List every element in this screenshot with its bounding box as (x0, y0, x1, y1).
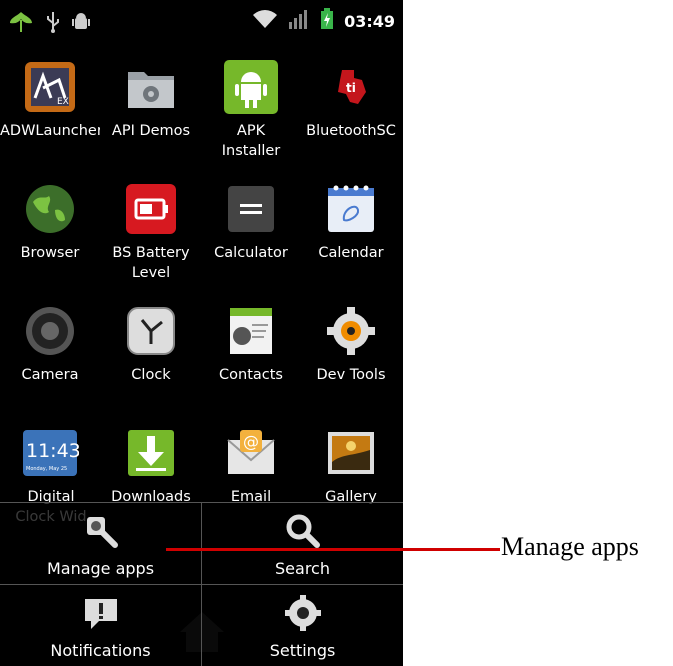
android-debug-icon (72, 12, 90, 36)
digital-clock-icon: 11:43 Monday, May 25 (21, 424, 81, 482)
app-email[interactable]: @ Email (201, 418, 301, 507)
app-label: API Demos (111, 123, 191, 139)
svg-text:@: @ (243, 432, 259, 451)
app-gallery[interactable]: Gallery (301, 418, 401, 507)
widget-date: Monday, May 25 (26, 466, 67, 472)
menu-divider (201, 502, 202, 666)
app-label: Dev Tools (316, 367, 386, 383)
calendar-icon (322, 180, 380, 238)
manage-apps-icon (81, 511, 121, 551)
settings-menu-item[interactable]: Settings (202, 584, 403, 666)
battery-level-icon (122, 180, 180, 238)
app-label: ADWLauncher (0, 123, 100, 139)
app-clock[interactable]: Clock (101, 296, 201, 385)
app-api-demos[interactable]: API Demos (101, 52, 201, 141)
svg-text:ti: ti (346, 81, 356, 95)
clock-icon (122, 302, 180, 360)
app-bs-battery-level[interactable]: BS Battery Level (101, 174, 201, 283)
downloads-icon (122, 424, 180, 482)
bluetooth-sc-icon: ti (322, 58, 380, 116)
settings-icon (283, 593, 323, 633)
app-camera[interactable]: Camera (0, 296, 100, 385)
search-icon (283, 511, 323, 551)
manage-apps-label: Manage apps (46, 559, 155, 578)
adwlauncher-icon: EX (21, 58, 79, 116)
usb-icon (46, 11, 60, 37)
search-menu-item[interactable]: Search (202, 502, 403, 584)
app-calendar[interactable]: Calendar (301, 174, 401, 263)
app-label: Clock (131, 367, 171, 383)
search-label: Search (275, 559, 330, 578)
status-bar: 03:49 (0, 0, 403, 52)
app-label: Calculator (214, 245, 288, 261)
app-adwlauncher[interactable]: EX ADWLauncher (0, 52, 100, 141)
api-demos-icon (122, 58, 180, 116)
app-label: Camera (21, 367, 79, 383)
app-apk-installer[interactable]: APK Installer (201, 52, 301, 161)
browser-icon (21, 180, 79, 238)
callout-line (166, 548, 500, 551)
app-label: BS Battery Level (112, 245, 190, 281)
gallery-icon (322, 424, 380, 482)
app-label: Calendar (318, 245, 384, 261)
app-label: APK Installer (221, 123, 281, 159)
app-downloads[interactable]: Downloads (101, 418, 201, 507)
callout-label: Manage apps (501, 532, 639, 561)
app-label: Contacts (219, 367, 283, 383)
leaf-notification-icon (8, 10, 34, 38)
signal-icon (288, 8, 310, 34)
settings-label: Settings (269, 641, 336, 660)
apk-installer-icon (222, 58, 280, 116)
battery-charging-icon (320, 8, 334, 34)
app-browser[interactable]: Browser (0, 174, 100, 263)
app-label: Browser (20, 245, 80, 261)
camera-icon (21, 302, 79, 360)
widget-time: 11:43 (26, 440, 79, 462)
notifications-label: Notifications (50, 641, 151, 660)
notifications-menu-item[interactable]: Notifications (0, 584, 201, 666)
app-contacts[interactable]: Contacts (201, 296, 301, 385)
wifi-icon (252, 8, 278, 34)
app-bluetooth-sc[interactable]: ti BluetoothSC (301, 52, 401, 141)
phone-screen: 03:49 EX ADWLauncher API Demos APK Insta… (0, 0, 403, 666)
contacts-icon (222, 302, 280, 360)
app-label: BluetoothSC (306, 123, 396, 139)
calculator-icon (222, 180, 280, 238)
svg-text:EX: EX (57, 97, 69, 107)
manage-apps-menu-item[interactable]: Manage apps (0, 502, 201, 584)
notifications-icon (81, 593, 121, 633)
email-icon: @ (222, 424, 280, 482)
dev-tools-icon (322, 302, 380, 360)
app-dev-tools[interactable]: Dev Tools (301, 296, 401, 385)
status-clock: 03:49 (344, 11, 395, 31)
app-calculator[interactable]: Calculator (201, 174, 301, 263)
